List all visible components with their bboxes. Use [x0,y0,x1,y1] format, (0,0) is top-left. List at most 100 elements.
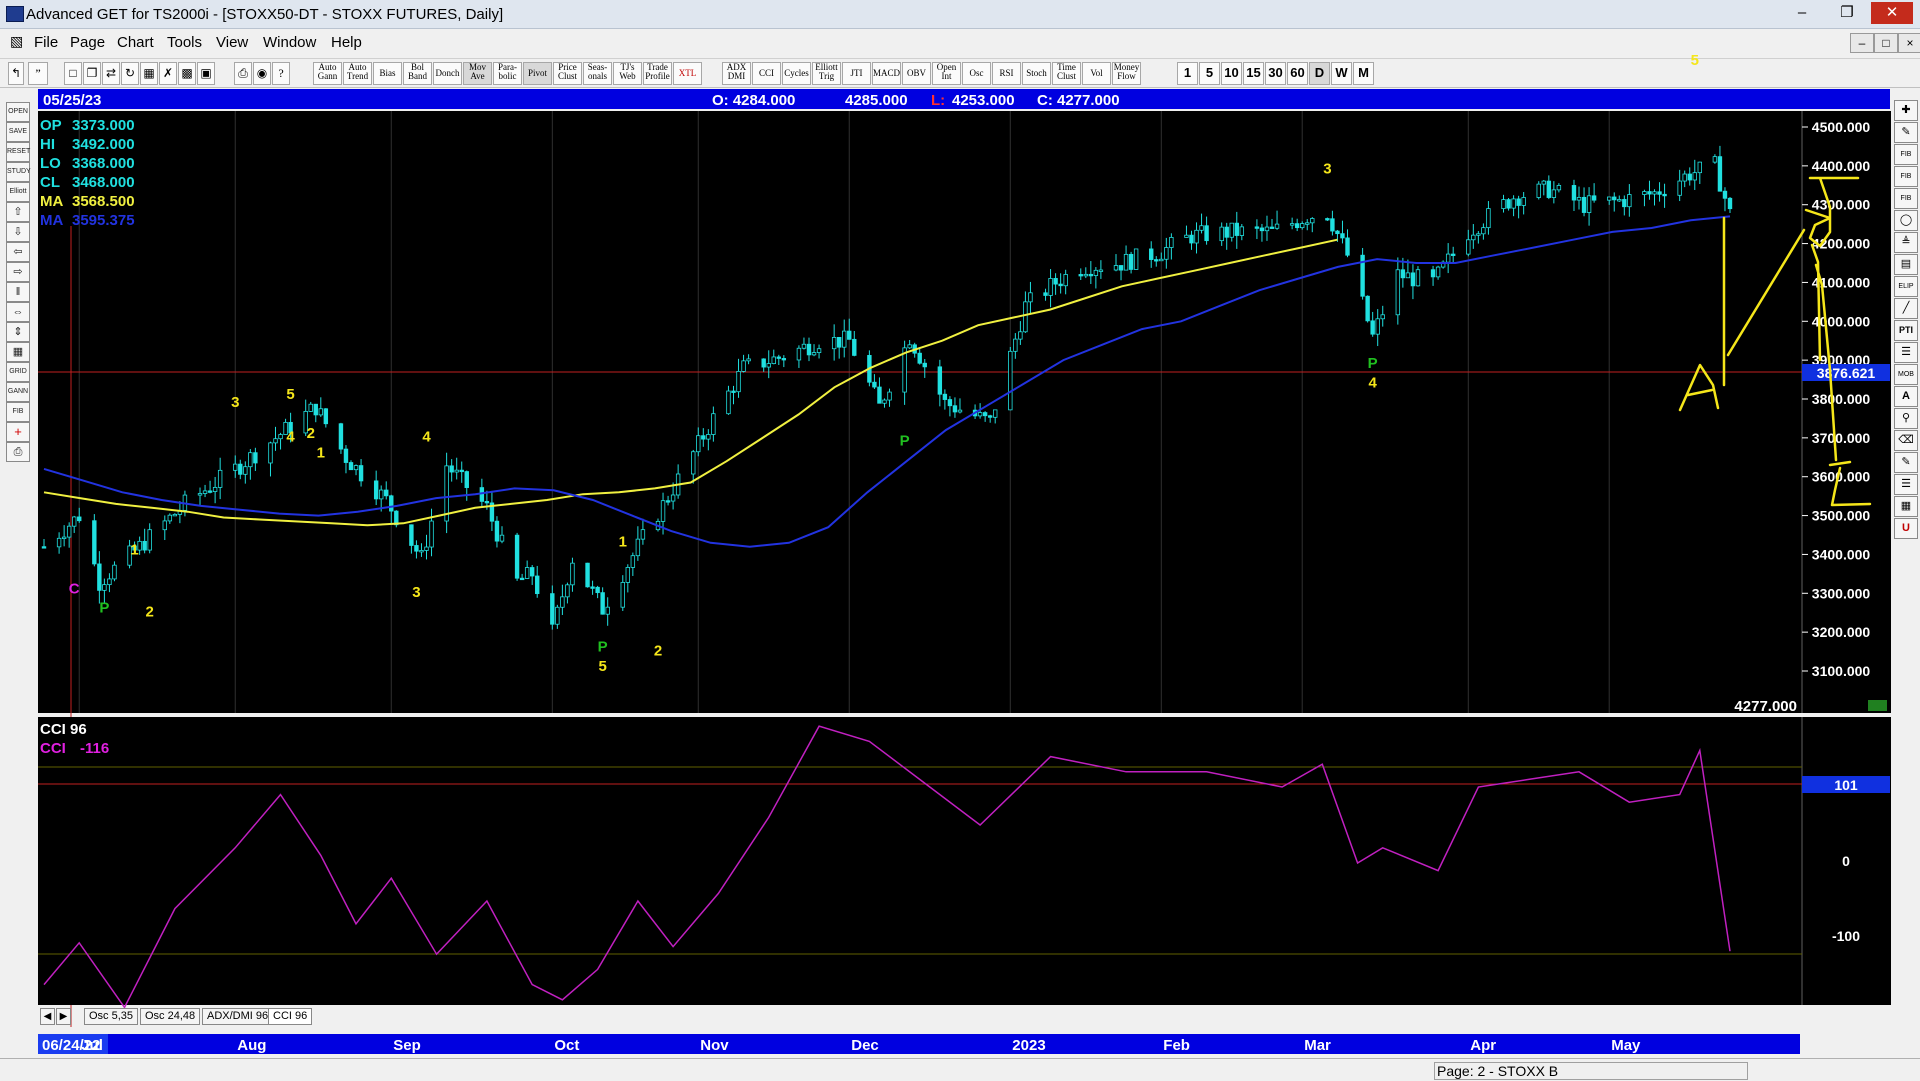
status-indicator-icon [1868,700,1887,711]
cci-tick-minus100: -100 [1832,928,1860,944]
candle-body [806,343,812,356]
candle-body [1486,208,1491,229]
cci-ref-label: 101 [1834,777,1858,793]
candle-body [877,386,882,404]
legend-ma-fast-value: 3568.500 [72,193,135,210]
candle-body [1506,199,1511,209]
candle-body [696,435,701,453]
legend-ma-fast-label: MA [40,193,63,210]
info-low-label: L: [931,92,945,109]
candle-body [1466,239,1471,255]
candle-body [1647,191,1652,195]
candle-body [1028,292,1033,303]
candle-body [338,423,344,450]
candle-body [147,529,152,551]
candle-body [323,408,329,425]
candle-body [1541,180,1546,185]
candle-body [273,438,278,444]
candle-body [535,575,540,595]
wave-label: 2 [654,642,662,659]
candle-body [917,352,922,364]
candle-body [1415,269,1421,287]
status-bar: Page: 2 - STOXX B [0,1058,1920,1081]
candle-body [736,371,741,393]
candle-body [590,586,595,589]
tab-cci-96[interactable]: CCI 96 [268,1008,313,1025]
price-tick-label: 4400.000 [1812,158,1871,174]
candle-body [796,347,802,361]
candle-body [1274,223,1280,229]
month-label: Feb [1163,1037,1190,1054]
candle-body [499,534,505,542]
candle-body [66,525,72,538]
candle-body [373,480,379,500]
wave-label: C [69,580,80,597]
candle-body [1556,185,1562,191]
candle-body [107,578,112,586]
candle-body [1405,272,1411,279]
candle-body [202,490,208,494]
month-label: 2023 [1012,1037,1045,1054]
candle-body [811,352,817,356]
legend-lo-value: 3368.000 [72,155,135,172]
candle-body [1128,253,1134,270]
candle-body [565,584,570,598]
chart-area[interactable]: 05/25/23 O: 4284.000 4285.000 L: 4253.00… [0,0,1920,1080]
candle-body [701,435,706,440]
candle-body [1617,199,1622,202]
candle-body [595,586,600,594]
candle-body [1627,194,1632,208]
wave-label: 5 [598,658,606,675]
tab-osc-5-35[interactable]: Osc 5,35 [84,1008,139,1025]
candle-body [358,465,364,482]
candle-body [1194,229,1199,244]
cci-title: CCI 96 [40,721,87,738]
candle-body [1305,222,1310,225]
month-label: Sep [393,1037,421,1054]
candle-body [1154,259,1159,262]
cci-label: CCI [40,740,66,757]
candle-body [142,540,147,551]
candle-body [1118,265,1124,271]
candle-body [555,606,560,625]
candle-body [1476,233,1481,236]
candle-body [343,448,349,463]
tab-adx-dmi-96[interactable]: ADX/DMI 96 [202,1008,274,1025]
candle-body [836,337,842,348]
cci-pane[interactable] [38,717,1891,1005]
wave-label: 4 [1368,374,1377,391]
info-date: 05/25/23 [43,92,101,109]
candle-body [1335,230,1340,235]
candle-body [1083,273,1088,277]
candle-body [1294,223,1300,229]
candle-body [1224,226,1229,238]
candle-body [212,486,218,492]
price-tick-label: 3100.000 [1812,663,1871,679]
legend-cl-label: CL [40,174,60,191]
candle-body [1219,226,1224,242]
candle-body [1325,218,1330,221]
candle-body [1692,172,1697,181]
candle-body [1189,234,1194,244]
wave-label: P [900,433,910,450]
cross-price-label: 3876.621 [1817,365,1876,381]
candle-body [529,567,535,577]
wave-label: 4 [286,429,295,446]
candle-body [1058,283,1063,287]
candle-body [605,606,610,615]
legend-hi-value: 3492.000 [72,136,135,153]
tab-scroll-left-icon[interactable]: ◀ [40,1008,55,1025]
candle-body [484,500,490,504]
info-low: 4253.000 [952,92,1015,109]
legend-ma-slow-value: 3595.375 [72,212,135,229]
candle-body [1204,225,1209,242]
tab-osc-24-48[interactable]: Osc 24,48 [140,1008,201,1025]
tab-scroll-right-icon[interactable]: ▶ [56,1008,71,1025]
candle-body [1450,253,1456,256]
candle-body [253,452,258,464]
candle-body [56,537,62,548]
candle-body [1375,318,1380,335]
candle-body [41,546,47,549]
candle-body [1234,222,1239,236]
candle-body [640,529,646,540]
